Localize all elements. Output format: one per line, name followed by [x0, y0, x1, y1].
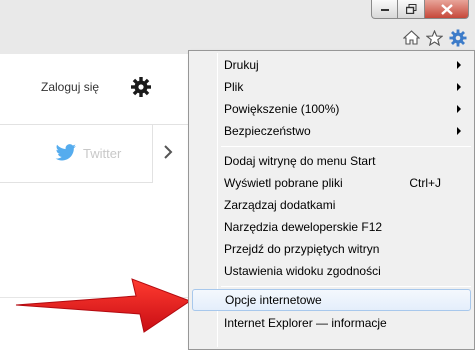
- tools-button[interactable]: [448, 28, 467, 47]
- restore-button[interactable]: [398, 0, 425, 19]
- menu-item-print[interactable]: Drukuj: [192, 54, 471, 76]
- twitter-label: Twitter: [83, 145, 122, 161]
- menu-separator: [221, 286, 471, 287]
- submenu-arrow-icon: [457, 105, 461, 113]
- menu-item-compatibility-view[interactable]: Ustawienia widoku zgodności: [192, 260, 471, 282]
- menu-item-pinned-sites[interactable]: Przejdź do przypiętych witryn: [192, 238, 471, 260]
- menu-separator: [221, 146, 471, 147]
- menu-item-zoom[interactable]: Powiększenie (100%): [192, 98, 471, 120]
- menu-item-label: Plik: [224, 80, 244, 94]
- menu-item-about-ie[interactable]: Internet Explorer — informacje: [192, 312, 471, 334]
- menu-item-label: Bezpieczeństwo: [224, 124, 311, 138]
- menu-item-label: Internet Explorer — informacje: [224, 316, 387, 330]
- divider: [152, 124, 153, 183]
- menu-item-label: Ustawienia widoku zgodności: [224, 264, 381, 278]
- submenu-arrow-icon: [457, 127, 461, 135]
- menu-item-developer-tools[interactable]: Narzędzia deweloperskie F12: [192, 216, 471, 238]
- tools-gear-icon: [449, 29, 466, 46]
- close-icon: [440, 3, 453, 15]
- menu-item-label: Drukuj: [224, 58, 259, 72]
- submenu-arrow-icon: [457, 83, 461, 91]
- menu-item-label: Dodaj witrynę do menu Start: [224, 154, 376, 168]
- menu-item-add-to-start[interactable]: Dodaj witrynę do menu Start: [192, 150, 471, 172]
- divider: [0, 124, 190, 125]
- menu-item-label: Przejdź do przypiętych witryn: [224, 242, 380, 256]
- menu-item-internet-options[interactable]: Opcje internetowe: [192, 289, 471, 311]
- menu-item-file[interactable]: Plik: [192, 76, 471, 98]
- menu-item-manage-addons[interactable]: Zarządzaj dodatkami: [192, 194, 471, 216]
- menu-item-shortcut: Ctrl+J: [409, 176, 441, 190]
- twitter-share-button[interactable]: Twitter: [55, 144, 121, 162]
- home-button[interactable]: [402, 28, 421, 47]
- menu-item-label: Opcje internetowe: [225, 293, 322, 307]
- menu-item-label: Powiększenie (100%): [224, 102, 340, 116]
- login-link[interactable]: Zaloguj się: [41, 80, 99, 94]
- command-bar: [402, 28, 467, 47]
- browser-chrome: [0, 0, 475, 54]
- minimize-button[interactable]: [371, 0, 398, 19]
- menu-item-view-downloads[interactable]: Wyświetl pobrane pliki Ctrl+J: [192, 172, 471, 194]
- settings-gear-icon[interactable]: [130, 76, 152, 98]
- menu-item-label: Narzędzia deweloperskie F12: [224, 220, 383, 234]
- menu-item-security[interactable]: Bezpieczeństwo: [192, 120, 471, 142]
- favorites-button[interactable]: [425, 28, 444, 47]
- menu-item-label: Wyświetl pobrane pliki: [224, 176, 343, 190]
- home-icon: [403, 30, 420, 45]
- menu-item-label: Zarządzaj dodatkami: [224, 198, 336, 212]
- window-controls: [371, 0, 469, 19]
- divider: [0, 182, 152, 183]
- close-button[interactable]: [425, 0, 469, 19]
- tools-context-menu: Drukuj Plik Powiększenie (100%) Bezpiecz…: [188, 50, 475, 350]
- twitter-bird-icon: [55, 144, 76, 161]
- restore-icon: [405, 4, 416, 14]
- red-arrow-annotation: [15, 278, 192, 333]
- submenu-arrow-icon: [457, 61, 461, 69]
- favorites-star-icon: [426, 29, 443, 46]
- minimize-icon: [380, 9, 389, 11]
- chevron-right-icon[interactable]: [163, 144, 173, 160]
